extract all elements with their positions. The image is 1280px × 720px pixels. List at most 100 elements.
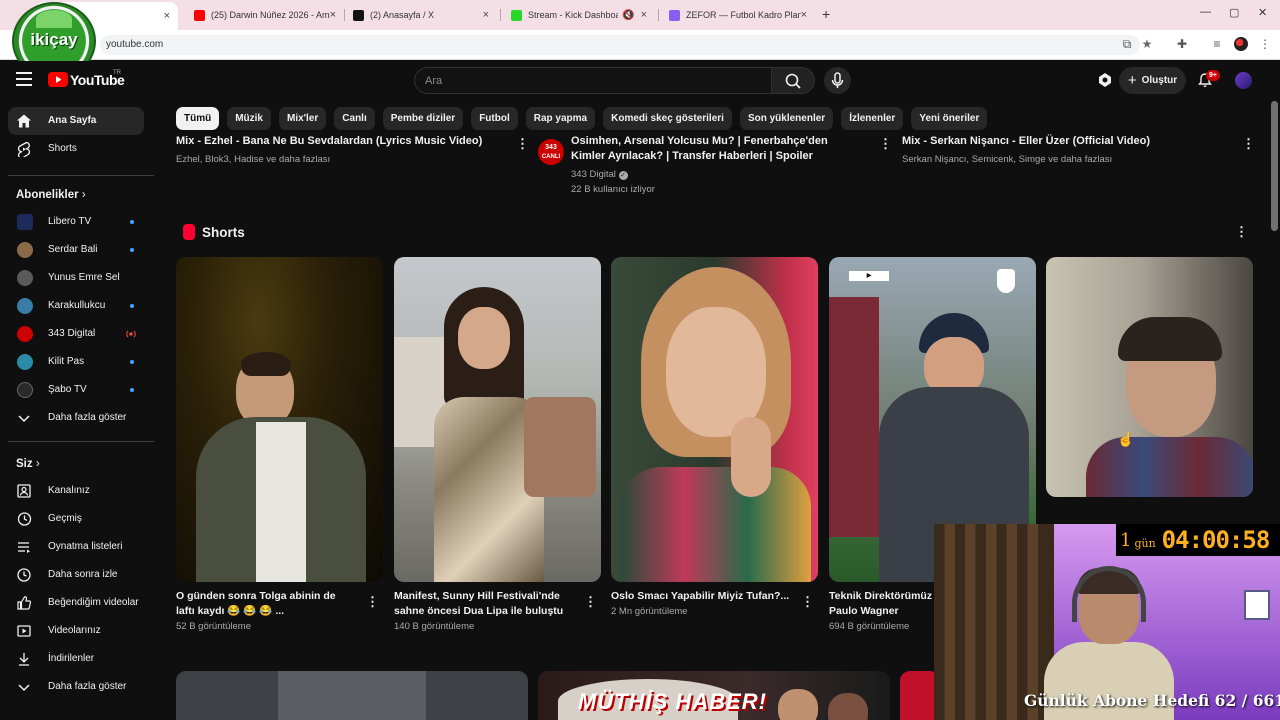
short-views: 2 Mn görüntüleme [611, 606, 688, 617]
video-title[interactable]: Mix - Serkan Nişancı - Eller Üzer (Offic… [902, 134, 1232, 149]
sidebar-item-liked-videos[interactable]: Beğendiğim videolar [8, 589, 144, 617]
sidebar-item-playlists[interactable]: Oynatma listeleri [8, 533, 144, 561]
chip[interactable]: Son yüklenenler [739, 107, 834, 130]
sidebar-item-show-more-subscriptions[interactable]: Daha fazla göster [8, 404, 144, 432]
short-title[interactable]: O günden sonra Tolga abinin de laftı kay… [176, 589, 356, 619]
create-button[interactable]: + Oluştur [1119, 67, 1186, 94]
minimize-button[interactable]: — [1200, 6, 1211, 18]
sidebar-item-343-digital[interactable]: 343 Digital [8, 320, 144, 348]
page-scrollbar[interactable] [1271, 101, 1278, 231]
video-title[interactable]: Osimhen, Arsenal Yolcusu Mu? | Fenerbahç… [571, 134, 851, 164]
yt-studio-icon[interactable] [1097, 72, 1113, 88]
sidebar-item-libero-tv[interactable]: Libero TV [8, 208, 144, 236]
chip[interactable]: İzlenenler [841, 107, 904, 130]
microphone-icon [831, 72, 844, 88]
video-card[interactable]: Osimhen, Arsenal Yolcusu Mu? | Fenerbahç… [571, 134, 851, 195]
search-button[interactable] [771, 67, 815, 94]
sidebar-item-yunus-emre-sel[interactable]: Yunus Emre Sel [8, 264, 144, 292]
bookmark-star-icon[interactable]: ★ [1140, 37, 1154, 51]
browser-menu-icon[interactable]: ⋮ [1258, 37, 1272, 51]
sidebar-item-watch-later[interactable]: Daha sonra izle [8, 561, 144, 589]
chevron-down-icon [18, 415, 30, 423]
chip[interactable]: Komedi skeç gösterileri [603, 107, 732, 130]
chip[interactable]: Canlı [334, 107, 375, 130]
logo-text: ikiçay [30, 30, 78, 49]
channel-avatar [17, 326, 33, 342]
subscriptions-heading[interactable]: Abonelikler › [16, 189, 86, 201]
video-thumbnail[interactable] [176, 671, 528, 720]
short-thumbnail[interactable] [611, 257, 818, 582]
new-tab-button[interactable]: + [822, 6, 830, 22]
tab-close-icon[interactable]: × [641, 9, 647, 21]
sidebar-item-karakullukcu[interactable]: Karakullukcu [8, 292, 144, 320]
sidebar-item-your-channel[interactable]: Kanalınız [8, 477, 144, 505]
more-options-icon[interactable]: ⋮ [801, 594, 814, 610]
sidebar-item-downloads[interactable]: İndirilenler [8, 645, 144, 673]
tab-close-icon[interactable]: × [164, 10, 170, 22]
reading-list-icon[interactable]: ≡ [1210, 37, 1224, 51]
short-views: 694 B görüntüleme [829, 621, 910, 632]
sidebar-item-kilit-pas[interactable]: Kilit Pas [8, 348, 144, 376]
sidebar-item-history[interactable]: Geçmiş [8, 505, 144, 533]
maximize-button[interactable]: ▢ [1229, 6, 1239, 19]
close-window-button[interactable]: ✕ [1258, 6, 1267, 19]
tab-close-icon[interactable]: × [801, 9, 807, 21]
chip[interactable]: Pembe diziler [382, 107, 464, 130]
shorts-heading: Shorts [202, 225, 245, 240]
video-title[interactable]: Mix - Ezhel - Bana Ne Bu Sevdalardan (Ly… [176, 134, 506, 149]
channel-avatar-live[interactable]: 343 CANLI [538, 139, 564, 165]
video-card[interactable]: Mix - Serkan Nişancı - Eller Üzer (Offic… [902, 134, 1232, 194]
short-thumbnail[interactable] [394, 257, 601, 582]
channel-name[interactable]: 343 Digital ✓ [571, 167, 851, 182]
browser-tab-x[interactable]: (2) Anasayfa / X × [345, 3, 497, 27]
youtube-logo-icon[interactable] [48, 72, 68, 87]
url-text: youtube.com [106, 39, 164, 50]
chip[interactable]: Futbol [471, 107, 518, 130]
address-bar[interactable]: youtube.com [100, 35, 1140, 55]
sidebar-item-sabo-tv[interactable]: Şabo TV [8, 376, 144, 404]
kick-favicon-icon [511, 9, 522, 21]
short-thumbnail[interactable] [1046, 257, 1253, 497]
browser-tab-zefor[interactable]: ZEFOR — Futbol Kadro Planlan × [661, 3, 815, 27]
you-heading[interactable]: Siz › [16, 458, 40, 470]
like-icon [17, 596, 32, 610]
short-title[interactable]: Oslo Smacı Yapabilir Miyiz Tufan?... [611, 589, 791, 604]
video-card[interactable]: Mix - Ezhel - Bana Ne Bu Sevdalardan (Ly… [176, 134, 506, 194]
sidebar-item-your-videos[interactable]: Videolarınız [8, 617, 144, 645]
new-content-dot [130, 220, 134, 224]
more-options-icon[interactable]: ⋮ [584, 594, 597, 610]
short-title[interactable]: Manifest, Sunny Hill Festivali'nde sahne… [394, 589, 574, 619]
more-options-icon[interactable]: ⋮ [879, 136, 892, 152]
voice-search-button[interactable] [824, 67, 851, 94]
plus-icon: + [1127, 72, 1137, 89]
sidebar-item-shorts[interactable]: Shorts [8, 135, 144, 163]
sidebar-item-serdar-bali[interactable]: Serdar Bali [8, 236, 144, 264]
chevron-right-icon: › [81, 189, 86, 201]
more-options-icon[interactable]: ⋮ [366, 594, 379, 610]
chip[interactable]: Tümü [176, 107, 220, 130]
tab-close-icon[interactable]: × [330, 9, 336, 21]
cast-icon[interactable]: ⧉ [1120, 37, 1134, 51]
tab-close-icon[interactable]: × [483, 9, 489, 21]
sidebar-item-show-more-you[interactable]: Daha fazla göster [8, 673, 144, 701]
search-input[interactable] [425, 73, 745, 89]
browser-profile-icon[interactable] [1234, 37, 1248, 51]
more-options-icon[interactable]: ⋮ [516, 136, 529, 152]
browser-tab-kick[interactable]: Stream - Kick Dashboard 🔇 × [503, 3, 655, 27]
menu-icon[interactable] [16, 72, 32, 86]
browser-tab-darwin[interactable]: (25) Darwin Núñez 2026 - Ama: × [186, 3, 344, 27]
account-avatar[interactable] [1235, 72, 1252, 89]
video-thumbnail[interactable]: MÜTHİŞ HABER! [538, 671, 890, 720]
chip[interactable]: Müzik [227, 107, 271, 130]
more-options-icon[interactable]: ⋮ [1242, 136, 1255, 152]
short-title[interactable]: Teknik Direktörümüz Paulo Wagner Pina'yı… [829, 589, 934, 619]
short-thumbnail[interactable] [176, 257, 383, 582]
chip[interactable]: Yeni öneriler [911, 107, 988, 130]
extensions-icon[interactable]: ✚ [1175, 37, 1189, 51]
chip[interactable]: Rap yapma [525, 107, 596, 130]
sidebar-item-home[interactable]: Ana Sayfa [8, 107, 144, 135]
your-videos-icon [17, 625, 31, 637]
shorts-more-options-icon[interactable]: ⋮ [1235, 224, 1248, 240]
mute-icon[interactable]: 🔇 [622, 10, 634, 21]
chip[interactable]: Mix'ler [279, 107, 327, 130]
